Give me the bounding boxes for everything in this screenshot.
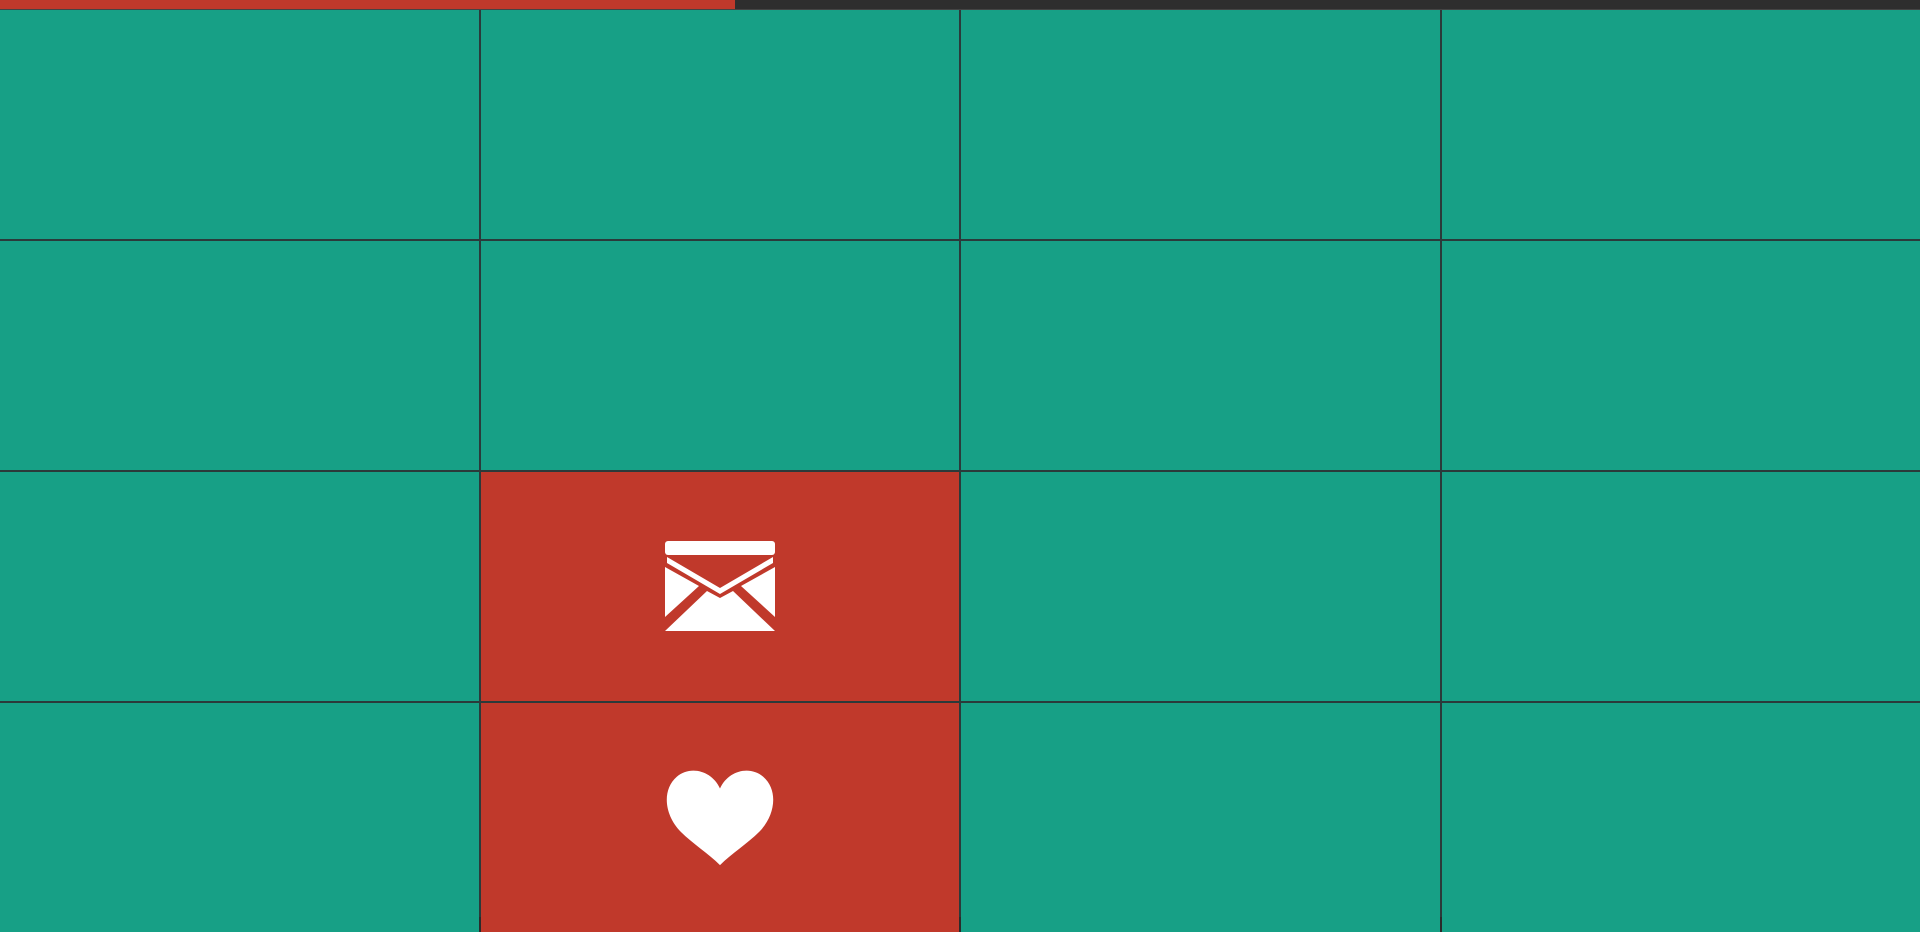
game-tile-revealed[interactable] [481, 472, 960, 701]
heart-icon [665, 763, 775, 873]
progress-bar [0, 0, 1920, 10]
game-tile-hidden[interactable] [0, 472, 479, 701]
game-tile-hidden[interactable] [961, 703, 1440, 932]
game-tile-hidden[interactable] [1442, 241, 1920, 470]
memory-game-board [0, 10, 1920, 917]
progress-bar-fill [0, 0, 735, 9]
game-tile-hidden[interactable] [961, 10, 1440, 239]
game-tile-hidden[interactable] [961, 241, 1440, 470]
game-tile-hidden[interactable] [481, 10, 960, 239]
game-tile-hidden[interactable] [961, 472, 1440, 701]
game-tile-hidden[interactable] [0, 703, 479, 932]
game-tile-hidden[interactable] [1442, 10, 1920, 239]
game-tile-hidden[interactable] [1442, 472, 1920, 701]
envelope-icon [665, 532, 775, 642]
game-tile-hidden[interactable] [1442, 703, 1920, 932]
game-tile-hidden[interactable] [0, 10, 479, 239]
game-tile-hidden[interactable] [0, 241, 479, 470]
game-tile-revealed[interactable] [481, 703, 960, 932]
game-tile-hidden[interactable] [481, 241, 960, 470]
